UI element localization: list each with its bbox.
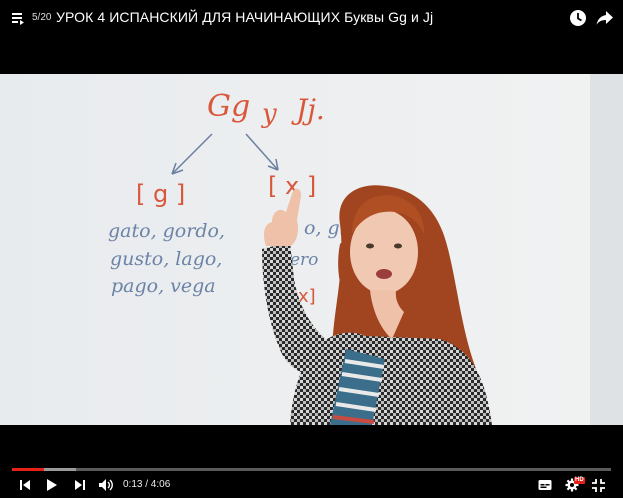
top-bar: 5/20 УРОК 4 ИСПАНСКИЙ ДЛЯ НАЧИНАЮЩИХ Бук… xyxy=(0,0,623,36)
left-phonetic: [ g ] xyxy=(136,180,185,208)
playlist-icon[interactable] xyxy=(12,11,26,25)
subtitles-icon xyxy=(538,480,552,490)
exit-fullscreen-icon xyxy=(591,478,605,492)
left-word-line-1: gato, gordo, xyxy=(108,220,225,242)
play-icon xyxy=(47,479,57,491)
time-display: 0:13 / 4:06 xyxy=(123,479,171,490)
volume-icon xyxy=(99,479,113,491)
previous-button[interactable] xyxy=(18,476,32,494)
next-button[interactable] xyxy=(73,476,87,494)
heading-y: y xyxy=(261,99,277,129)
right-word-line-2: ero xyxy=(290,250,318,270)
next-icon xyxy=(75,480,85,490)
previous-icon xyxy=(20,480,30,490)
share-icon[interactable] xyxy=(596,10,614,26)
progress-bar[interactable] xyxy=(12,468,611,471)
playlist-position: 5/20 xyxy=(32,12,52,23)
exit-fullscreen-button[interactable] xyxy=(590,476,606,494)
video-title[interactable]: УРОК 4 ИСПАНСКИЙ ДЛЯ НАЧИНАЮЩИХ Буквы Gg… xyxy=(56,9,433,25)
video-frame[interactable]: Gg y Jj. [ g ] [ x ] gato, gordo, gusto,… xyxy=(0,74,623,425)
whiteboard-scene: Gg y Jj. [ g ] [ x ] gato, gordo, gusto,… xyxy=(0,74,623,425)
left-word-line-3: pago, vega xyxy=(111,275,216,297)
heading-jj: Jj. xyxy=(291,93,325,126)
heading-gg: Gg xyxy=(207,89,250,124)
volume-button[interactable] xyxy=(97,476,115,494)
left-word-line-2: gusto, lago, xyxy=(110,248,222,270)
play-button[interactable] xyxy=(45,476,59,494)
hd-badge: HD xyxy=(574,477,585,484)
watch-later-icon[interactable] xyxy=(569,9,587,27)
subtitles-button[interactable] xyxy=(537,476,553,494)
played-progress xyxy=(12,468,44,471)
